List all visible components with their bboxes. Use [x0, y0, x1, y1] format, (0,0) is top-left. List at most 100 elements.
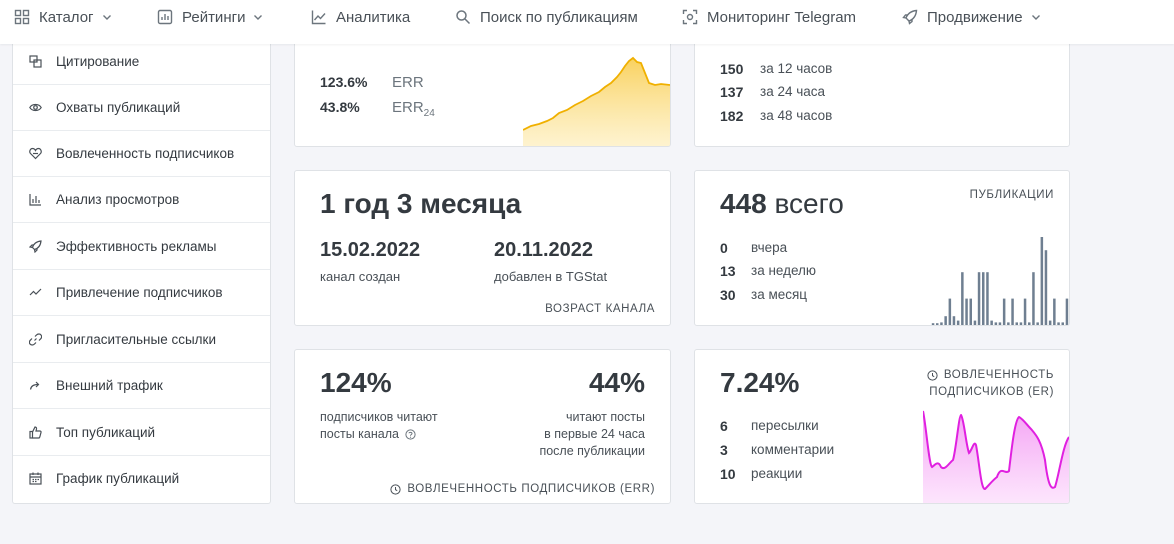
nav-monitoring-label: Мониторинг Telegram [707, 8, 857, 26]
publications-bar [990, 320, 993, 325]
sidebar-item-subscriber-growth[interactable]: Привлечение подписчиков [13, 269, 270, 316]
err24-subscript: 24 [423, 108, 435, 119]
created-label: канал создан [320, 269, 401, 284]
publications-value: 13 [720, 263, 736, 279]
sidebar-item-label: Топ публикаций [56, 424, 156, 440]
er-value: 7.24% [720, 367, 800, 398]
publications-card: 448 всего ПУБЛИКАЦИИ 0 вчера 13 за недел… [694, 170, 1070, 326]
views-period: за 48 часов [760, 108, 833, 123]
sidebar-item-ad-efficiency[interactable]: Эффективность рекламы [13, 223, 270, 270]
nav-ratings[interactable]: Рейтинги [157, 0, 263, 34]
sidebar-item-top-posts[interactable]: Топ публикаций [13, 409, 270, 456]
help-icon[interactable] [405, 429, 416, 440]
nav-analytics[interactable]: Аналитика [311, 0, 410, 34]
publications-bar [944, 316, 947, 325]
err24-label: ERR24 [392, 99, 435, 119]
views-value: 137 [720, 84, 744, 100]
err-row: 123.6% ERR [320, 74, 424, 91]
publications-period: за месяц [751, 287, 808, 302]
err-left-text-2-row: посты канала [320, 426, 416, 443]
err-right-text-1: читают посты [565, 410, 645, 424]
publications-bar [973, 320, 977, 325]
sidebar-item-label: Внешний трафик [56, 377, 163, 393]
sidebar-item-label: Пригласительные ссылки [56, 331, 217, 347]
added-date: 20.11.2022 [494, 239, 593, 261]
publications-bar [1040, 237, 1044, 325]
publications-bar [1015, 322, 1018, 325]
sidebar-item-label: Анализ просмотров [56, 191, 180, 207]
nav-ratings-label: Рейтинги [182, 8, 246, 26]
publications-bar [969, 298, 972, 325]
nav-catalog[interactable]: Каталог [14, 0, 112, 34]
err-right-value: 44% [588, 367, 645, 398]
monitoring-icon [682, 9, 698, 25]
added-label: добавлен в TGStat [494, 269, 608, 284]
publications-bar [1032, 272, 1035, 325]
sidebar-item-engagement[interactable]: Вовлеченность подписчиков [13, 130, 270, 177]
err-left-value: 124% [320, 367, 392, 398]
er-row-reactions: 10 реакции [720, 466, 802, 482]
err24-value: 43.8% [320, 99, 360, 115]
publications-bar [1053, 298, 1056, 325]
publications-bar [1002, 298, 1006, 325]
sidebar-item-views-analysis[interactable]: Анализ просмотров [13, 176, 270, 223]
err-label: ERR [392, 74, 424, 91]
publications-bar [986, 272, 989, 325]
sidebar-item-invite-links[interactable]: Пригласительные ссылки [13, 316, 270, 363]
er-metric: комментарии [751, 442, 835, 457]
err-value: 123.6% [320, 74, 368, 90]
sidebar-item-post-schedule[interactable]: График публикаций [13, 455, 270, 501]
publications-bar [1011, 298, 1014, 325]
sidebar-item-label: Охваты публикаций [56, 99, 181, 115]
top-navigation: Каталог Рейтинги Аналитика Поиск по публ… [0, 0, 1174, 44]
sidebar: Цитирование Охваты публикаций Вовлеченно… [12, 35, 271, 504]
publications-period: за неделю [751, 263, 817, 278]
err-left-text-2: посты канала [320, 427, 399, 441]
publications-bar [1061, 322, 1064, 325]
publications-row-yesterday: 0 вчера [720, 240, 787, 256]
er-metric: реакции [751, 466, 803, 481]
grid-icon [14, 9, 30, 25]
nav-search[interactable]: Поиск по публикациям [455, 0, 638, 34]
nav-monitoring[interactable]: Мониторинг Telegram [682, 0, 856, 34]
chevron-down-icon [1031, 12, 1041, 22]
err-percent-card: 124% подписчиков читают посты канала 44%… [294, 349, 671, 504]
quote-icon [29, 54, 42, 68]
err-sparkline [523, 56, 670, 146]
publications-bar [977, 272, 981, 325]
bar-chart-icon [29, 193, 42, 206]
channel-age-footer: ВОЗРАСТ КАНАЛА [545, 303, 655, 315]
sidebar-item-citation[interactable]: Цитирование [13, 38, 270, 85]
nav-catalog-label: Каталог [39, 8, 94, 26]
rocket-icon [29, 239, 42, 253]
er-metric: пересылки [751, 418, 819, 433]
clock-icon [390, 483, 401, 495]
views-row-24h: 137 за 24 часа [720, 84, 825, 100]
publications-bar [1044, 250, 1048, 325]
publications-bar [965, 298, 968, 325]
publications-bar [1036, 322, 1039, 325]
share-icon [29, 379, 42, 392]
channel-age-card: 1 год 3 месяца 15.02.2022 канал создан 2… [294, 170, 671, 326]
er-count: 3 [720, 442, 728, 458]
eye-icon [29, 101, 42, 114]
views-row-48h: 182 за 48 часов [720, 108, 832, 124]
search-icon [455, 9, 471, 25]
nav-analytics-label: Аналитика [336, 8, 411, 26]
views-period: за 24 часа [760, 84, 826, 99]
nav-promotion[interactable]: Продвижение [902, 0, 1041, 34]
sidebar-item-reach[interactable]: Охваты публикаций [13, 84, 270, 131]
rocket-icon [902, 9, 918, 25]
err-right-text-2: в первые 24 часа [544, 427, 645, 441]
publications-bar [961, 272, 964, 325]
engagement-icon [29, 147, 42, 160]
err-right-text-3: после публикации [539, 444, 645, 458]
er-title: ВОВЛЕЧЕННОСТЬ ПОДПИСЧИКОВ (ER) [927, 367, 1054, 401]
clock-icon [927, 370, 938, 381]
sidebar-item-external-traffic[interactable]: Внешний трафик [13, 362, 270, 409]
publications-bar [940, 322, 943, 325]
nav-promotion-label: Продвижение [927, 8, 1023, 26]
publications-value: 30 [720, 287, 736, 303]
er-row-comments: 3 комментарии [720, 442, 834, 458]
publications-bar [936, 323, 939, 325]
